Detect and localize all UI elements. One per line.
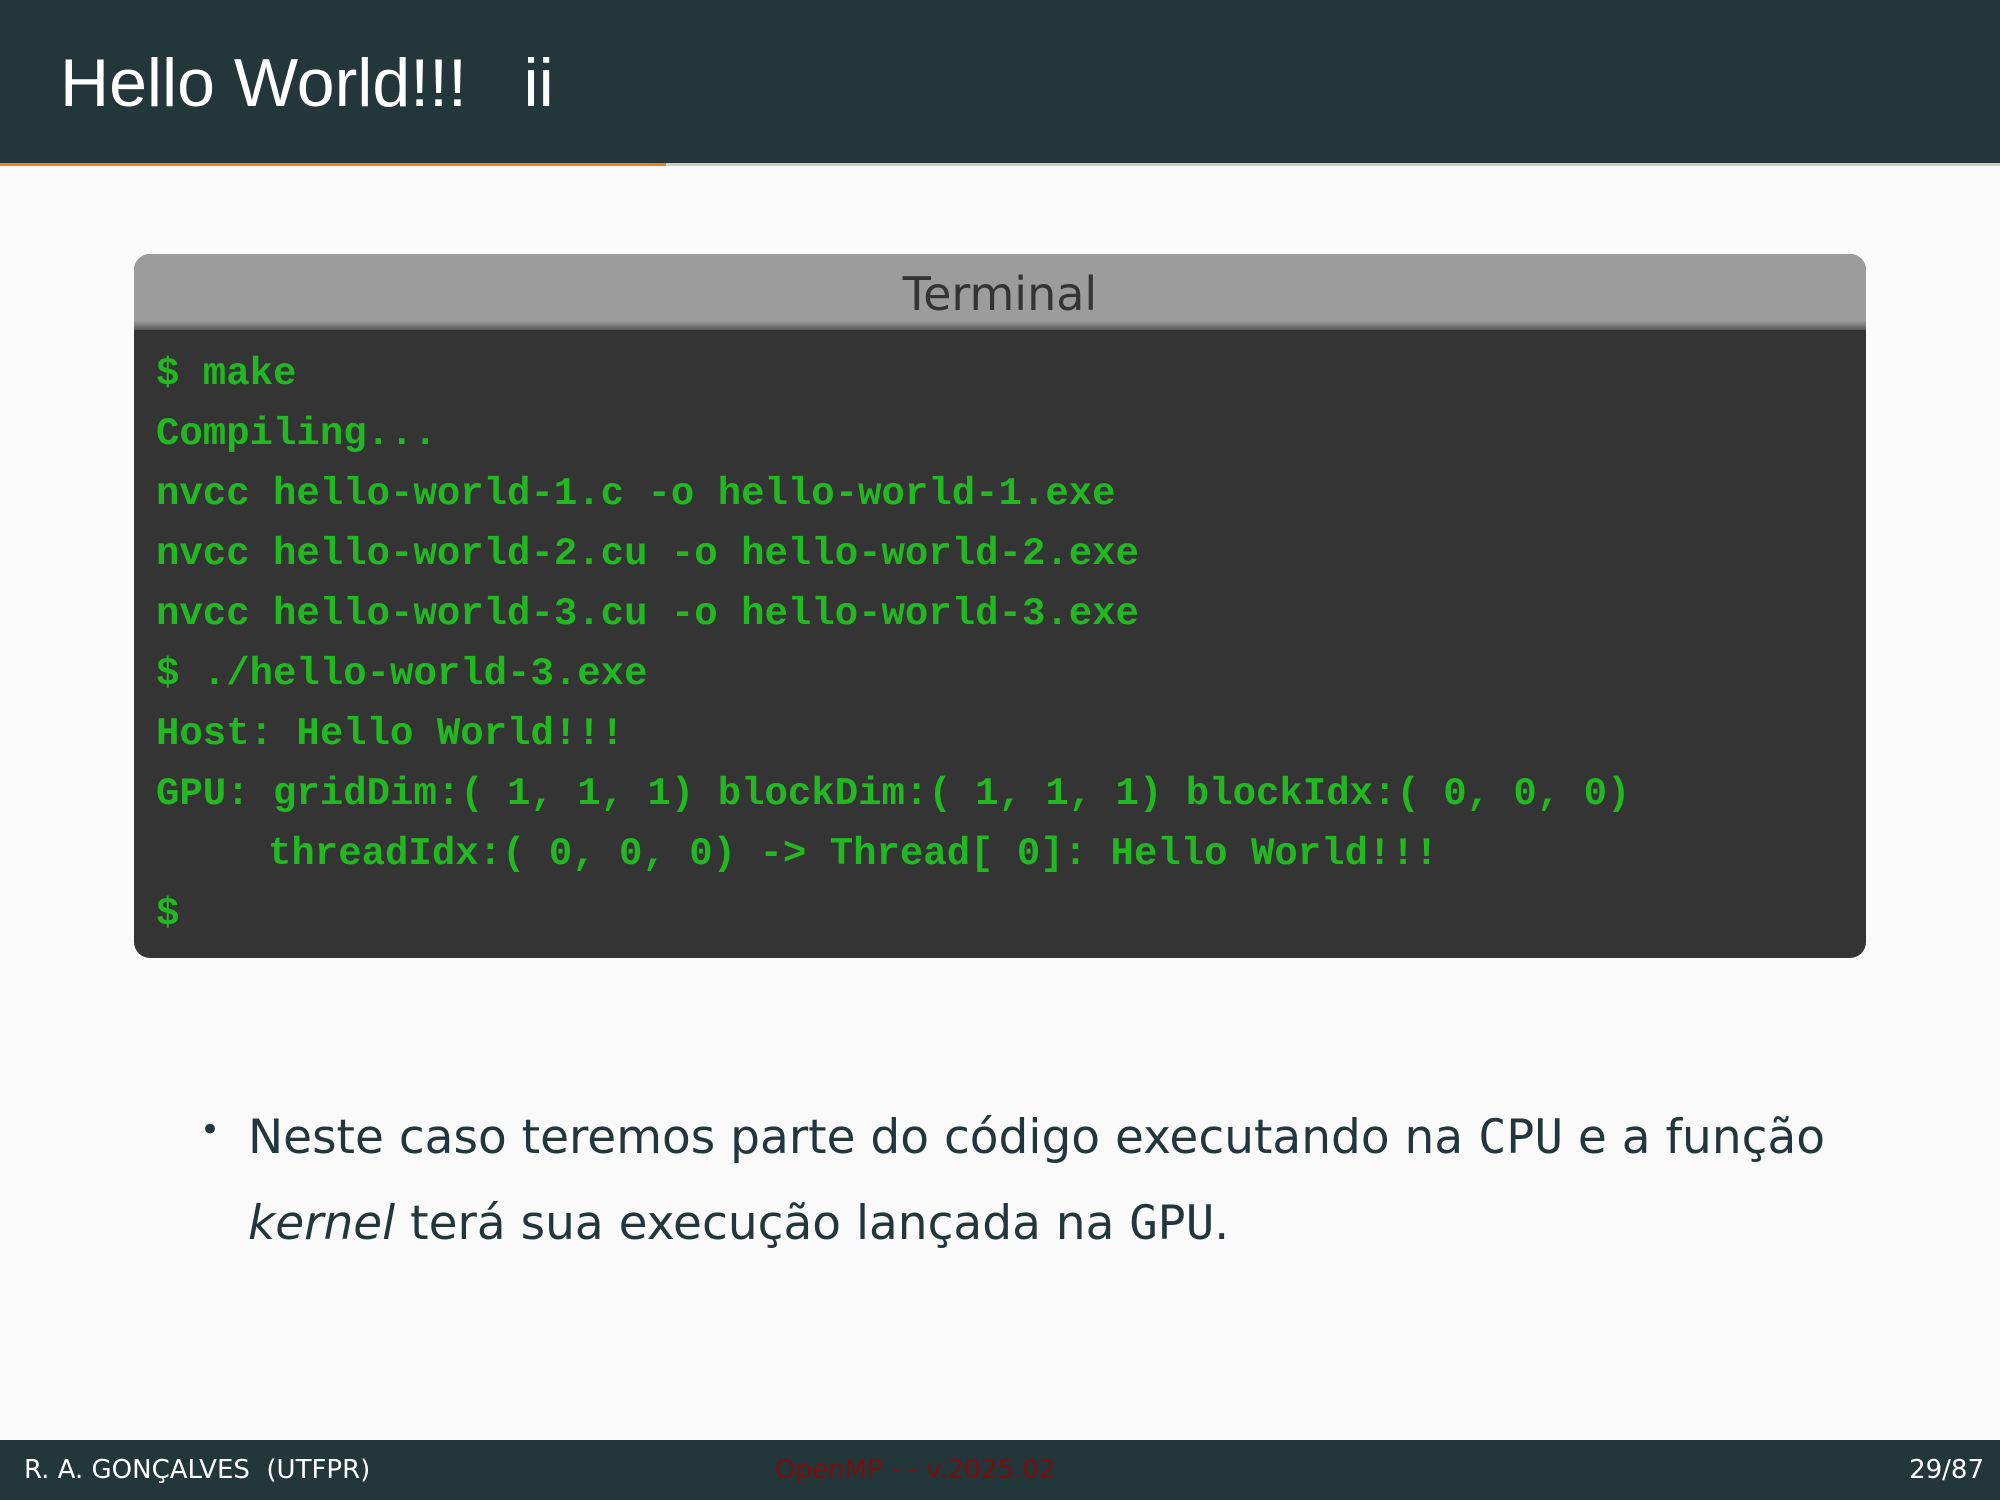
terminal-line: nvcc hello-world-3.cu -o hello-world-3.e… (156, 592, 1139, 636)
terminal-titlebar: Terminal (134, 254, 1866, 330)
bullet-text-part: e a função (1562, 1110, 1826, 1165)
terminal-line: $ ./hello-world-3.exe (156, 652, 648, 696)
bullet-text-part: . (1214, 1196, 1230, 1251)
terminal-output: $ make Compiling... nvcc hello-world-1.c… (156, 344, 1846, 944)
terminal-line: Host: Hello World!!! (156, 712, 625, 756)
progress-bar (0, 163, 2000, 166)
terminal-line: nvcc hello-world-1.c -o hello-world-1.ex… (156, 472, 1116, 516)
terminal-line: GPU: gridDim:( 1, 1, 1) blockDim:( 1, 1,… (156, 772, 1631, 816)
footer-presentation-title: OpenMP - - v.2025.02 (775, 1455, 1056, 1485)
slide-header: Hello World!!! ii (0, 0, 2000, 163)
terminal-line: $ (156, 892, 180, 936)
gpu-term: GPU (1129, 1196, 1215, 1251)
page-number: 29/87 (1909, 1455, 1984, 1485)
terminal-line: Compiling... (156, 412, 437, 456)
bullet-marker: • (200, 1110, 221, 1150)
slide-footer: R. A. GONÇALVES (UTFPR) OpenMP - - v.202… (0, 1440, 2000, 1500)
bullet-text-part: terá sua execução lançada na (395, 1196, 1130, 1251)
slide-title: Hello World!!! ii (60, 45, 554, 121)
terminal-line: threadIdx:( 0, 0, 0) -> Thread[ 0]: Hell… (268, 832, 1439, 876)
terminal-line: nvcc hello-world-2.cu -o hello-world-2.e… (156, 532, 1139, 576)
terminal-line: $ make (156, 352, 297, 396)
footer-author: R. A. GONÇALVES (UTFPR) (24, 1455, 371, 1485)
bullet-text-part: Neste caso teremos parte do código execu… (248, 1110, 1479, 1165)
kernel-term: kernel (248, 1196, 396, 1251)
terminal-window: Terminal $ make Compiling... nvcc hello-… (134, 254, 1866, 958)
bullet-item: Neste caso teremos parte do código execu… (248, 1095, 1838, 1267)
terminal-title: Terminal (902, 267, 1098, 321)
progress-bar-fill (0, 163, 666, 166)
cpu-term: CPU (1478, 1110, 1563, 1165)
